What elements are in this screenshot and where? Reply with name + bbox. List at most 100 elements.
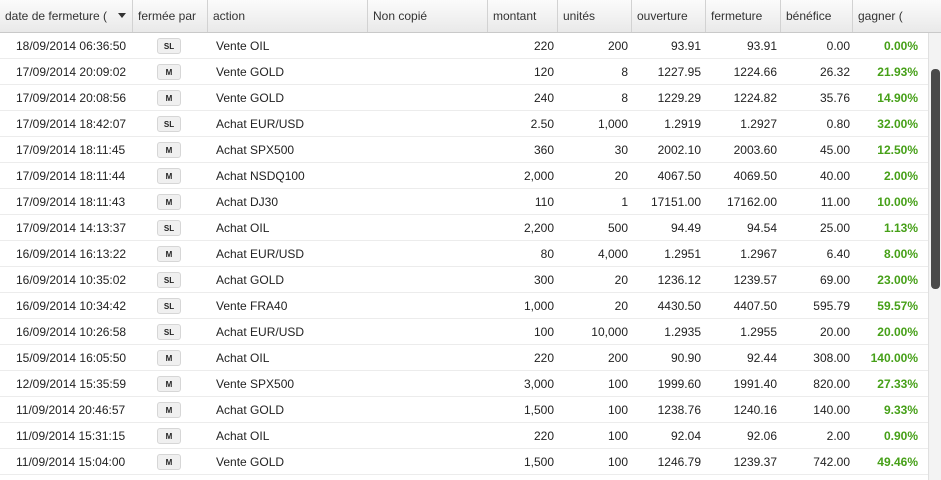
cell-units: 100 [607,429,628,443]
col-header-amount[interactable]: montant [488,0,558,32]
cell-amount: 2,000 [523,169,554,183]
col-header-date[interactable]: date de fermeture ( [0,0,133,32]
table-row[interactable]: M 11/09/2014 20:46:57 Achat GOLD 1,500 100 12… [0,397,928,423]
cell-amount: 2,200 [523,221,554,235]
cell-amount: 100 [533,325,554,339]
cell-amount: 360 [533,143,554,157]
cell-units: 100 [607,377,628,391]
cell-gain: 59.57% [877,299,918,313]
vertical-scrollbar[interactable] [928,33,941,480]
closed-by-badge: SL [157,298,181,314]
closed-by-badge: M [157,168,181,184]
cell-amount: 1,500 [523,455,554,469]
cell-open: 1229.29 [657,91,701,105]
cell-units: 4,000 [597,247,628,261]
col-header-closed-by[interactable]: fermée par [133,0,208,32]
cell-open: 2002.10 [657,143,701,157]
table-row[interactable]: M 16/09/2014 16:13:22 Achat EUR/USD 80 4,000… [0,241,928,267]
cell-action: Achat DJ30 [216,195,279,209]
cell-gain: 23.00% [877,273,918,287]
cell-amount: 120 [533,65,554,79]
cell-open: 1.2951 [664,247,701,261]
table-row[interactable]: M 12/09/2014 15:35:59 Vente SPX500 3,000 100… [0,371,928,397]
table-row[interactable]: SL 17/09/2014 14:13:37 Achat OIL 2,200 500 94… [0,215,928,241]
table-row[interactable]: M 17/09/2014 18:11:45 Achat SPX500 360 30 200… [0,137,928,163]
table-row[interactable]: M 11/09/2014 15:04:00 Vente GOLD 1,500 100 12… [0,449,928,475]
cell-open: 1.2935 [664,325,701,339]
cell-gain: 14.90% [877,91,918,105]
cell-open: 1246.79 [657,455,701,469]
cell-units: 100 [607,455,628,469]
cell-open: 90.90 [670,351,701,365]
col-header-profit[interactable]: bénéfice [781,0,853,32]
cell-date: 16/09/2014 10:35:02 [16,273,127,287]
cell-profit: 20.00 [819,325,850,339]
cell-action: Achat NSDQ100 [216,169,305,183]
col-header-label: date de fermeture ( [5,9,108,23]
cell-date: 17/09/2014 14:13:37 [16,221,127,235]
table-row[interactable]: M 17/09/2014 20:09:02 Vente GOLD 120 8 1227.9… [0,59,928,85]
cell-date: 11/09/2014 20:46:57 [16,403,126,417]
cell-action: Achat OIL [216,429,270,443]
col-header-not-copied[interactable]: Non copié [368,0,488,32]
cell-close: 1.2967 [740,247,777,261]
cell-amount: 1,000 [523,299,554,313]
cell-date: 11/09/2014 15:04:00 [16,455,126,469]
cell-date: 17/09/2014 20:09:02 [16,65,127,79]
cell-open: 1.2919 [664,117,701,131]
closed-by-badge: M [157,90,181,106]
cell-amount: 220 [533,39,554,53]
cell-close: 1991.40 [733,377,777,391]
table-row[interactable]: SL 16/09/2014 10:34:42 Vente FRA40 1,000 20 4… [0,293,928,319]
cell-action: Achat OIL [216,221,270,235]
table-row[interactable]: SL 17/09/2014 18:42:07 Achat EUR/USD 2.50 1,… [0,111,928,137]
chevron-down-icon[interactable] [118,13,126,18]
cell-close: 94.54 [746,221,777,235]
cell-action: Achat GOLD [216,273,285,287]
table-row[interactable]: M 17/09/2014 20:08:56 Vente GOLD 240 8 1229.2… [0,85,928,111]
cell-gain: 21.93% [877,65,918,79]
closed-by-badge: SL [157,38,181,54]
col-header-action[interactable]: action [208,0,368,32]
table-header: date de fermeture ( fermée par action No… [0,0,941,33]
cell-profit: 35.76 [819,91,850,105]
cell-gain: 0.90% [883,429,918,443]
cell-close: 1239.57 [733,273,777,287]
cell-action: Achat SPX500 [216,143,295,157]
cell-profit: 742.00 [813,455,850,469]
cell-amount: 3,000 [523,377,554,391]
table-row[interactable]: M 17/09/2014 18:11:44 Achat NSDQ100 2,000 20… [0,163,928,189]
scrollbar-thumb[interactable] [931,69,940,289]
cell-close: 92.06 [746,429,777,443]
table-row[interactable]: SL 16/09/2014 10:35:02 Achat GOLD 300 20 1236… [0,267,928,293]
cell-units: 30 [614,143,628,157]
cell-gain: 10.00% [877,195,918,209]
col-header-gain[interactable]: gagner ( [853,0,941,32]
cell-open: 92.04 [670,429,701,443]
table-row[interactable]: SL 18/09/2014 06:36:50 Vente OIL 220 200 93.9… [0,33,928,59]
cell-amount: 220 [533,429,554,443]
cell-profit: 308.00 [813,351,850,365]
cell-action: Vente OIL [216,39,270,53]
table-row[interactable]: SL 16/09/2014 10:26:58 Achat EUR/USD 100 10,… [0,319,928,345]
col-header-units[interactable]: unités [558,0,632,32]
cell-close: 93.91 [746,39,777,53]
table-row[interactable]: M 17/09/2014 18:11:43 Achat DJ30 110 1 17151.… [0,189,928,215]
cell-date: 17/09/2014 18:42:07 [16,117,127,131]
cell-action: Achat EUR/USD [216,117,305,131]
cell-close: 1239.37 [733,455,777,469]
cell-profit: 0.00 [826,39,850,53]
cell-close: 2003.60 [733,143,777,157]
cell-open: 4430.50 [657,299,701,313]
cell-action: Vente FRA40 [216,299,288,313]
table-row[interactable]: M 15/09/2014 16:05:50 Achat OIL 220 200 90.90… [0,345,928,371]
table-row[interactable]: M 11/09/2014 15:31:15 Achat OIL 220 100 92.04… [0,423,928,449]
col-header-close[interactable]: fermeture [706,0,781,32]
cell-close: 4069.50 [733,169,777,183]
col-header-label: fermée par [138,9,197,23]
col-header-open[interactable]: ouverture [632,0,706,32]
cell-close: 1.2955 [740,325,777,339]
cell-date: 17/09/2014 20:08:56 [16,91,127,105]
cell-units: 500 [607,221,628,235]
cell-action: Vente GOLD [216,91,285,105]
